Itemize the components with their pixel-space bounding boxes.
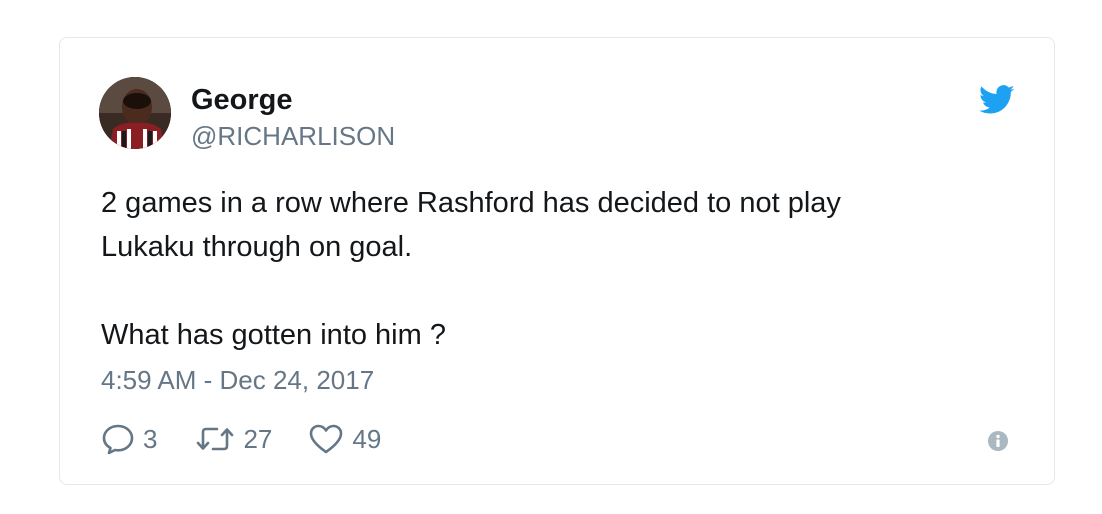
like-button[interactable]: 49: [308, 423, 381, 455]
tweet-text-line: What has gotten into him ?: [101, 319, 446, 351]
tweet-text-line: 2 games in a row where Rashford has deci…: [101, 187, 841, 219]
tweet-actions: 3 27 49: [101, 421, 381, 457]
tweet-card[interactable]: George @RICHARLISON 2 games in a row whe…: [59, 37, 1055, 485]
tweet-timestamp[interactable]: 4:59 AM - Dec 24, 2017: [101, 364, 374, 396]
heart-icon: [308, 423, 344, 455]
retweet-icon: [195, 424, 235, 454]
retweet-button[interactable]: 27: [195, 423, 272, 455]
author-name[interactable]: George: [191, 83, 293, 117]
info-icon[interactable]: [987, 430, 1009, 452]
avatar-image: [99, 77, 171, 149]
tweet-text: 2 games in a row where Rashford has deci…: [101, 181, 1001, 357]
reply-count: 3: [143, 424, 158, 454]
reply-button[interactable]: 3: [101, 422, 157, 456]
tweet-text-line: Lukaku through on goal.: [101, 231, 413, 263]
twitter-bird-icon[interactable]: [979, 85, 1015, 115]
reply-bubble-icon: [101, 422, 135, 456]
like-count: 49: [352, 424, 382, 454]
avatar[interactable]: [99, 77, 171, 149]
tweet-text-paragraph-break: [101, 269, 1001, 313]
author-handle[interactable]: @RICHARLISON: [191, 120, 395, 152]
retweet-count: 27: [243, 424, 273, 454]
